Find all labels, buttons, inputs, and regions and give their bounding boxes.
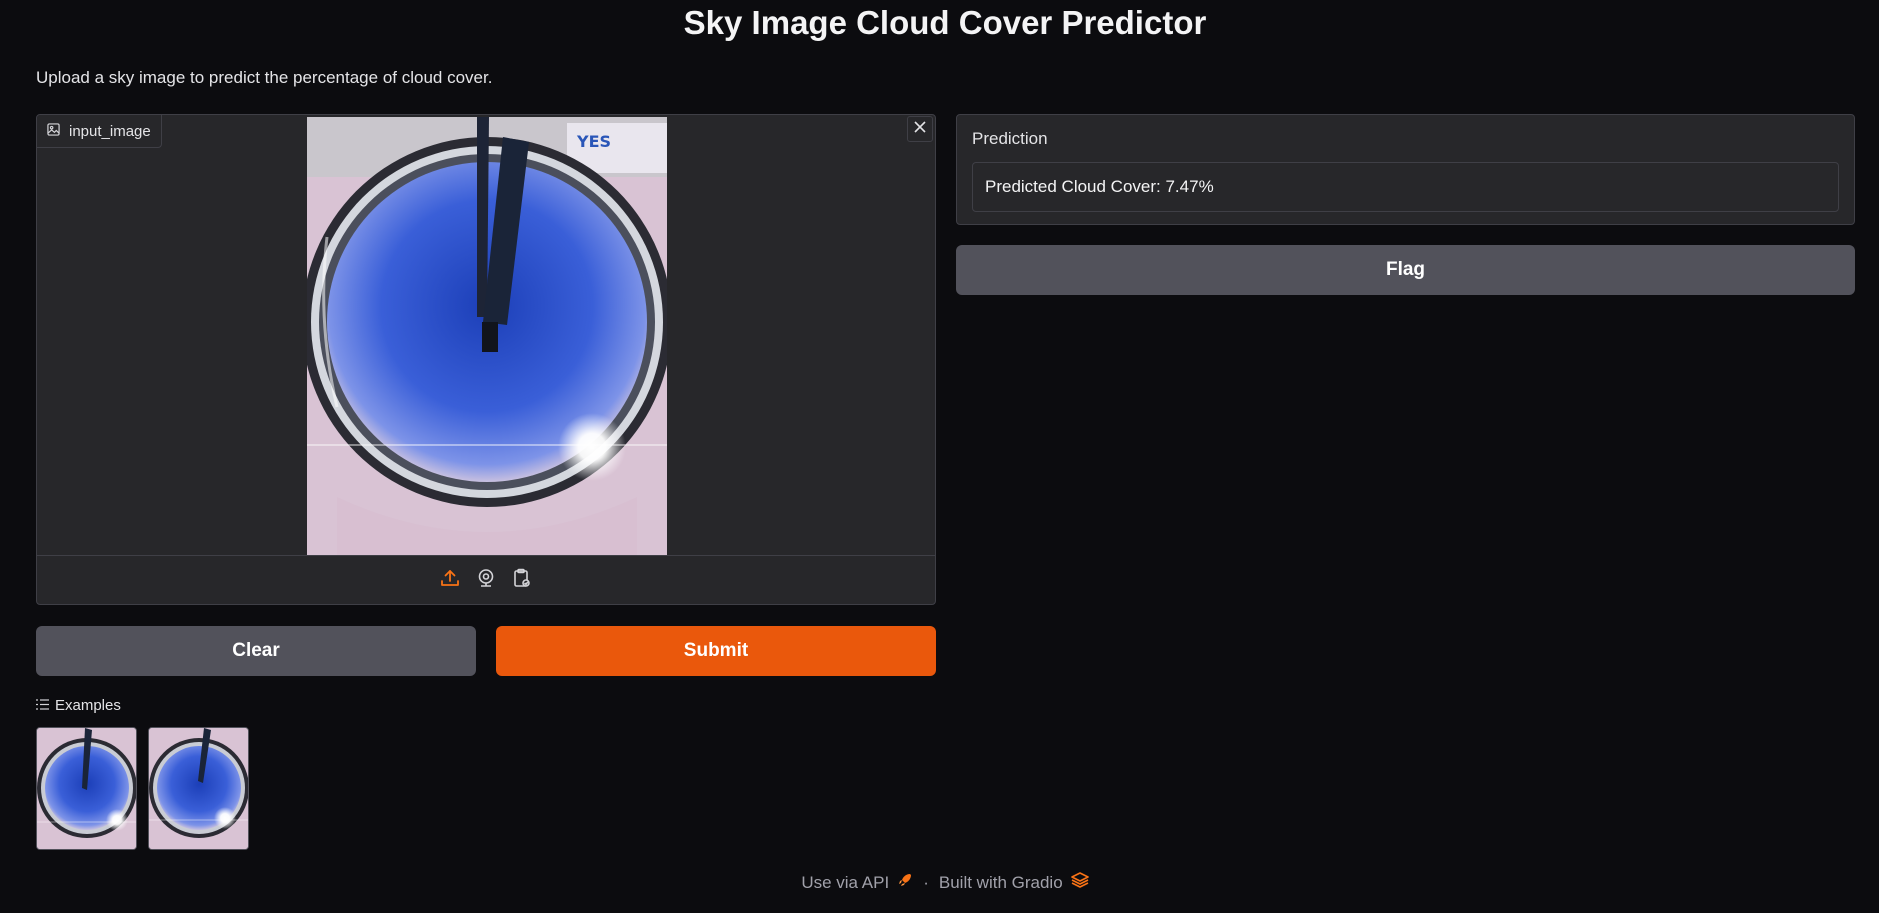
- examples-label: Examples: [55, 697, 121, 714]
- clipboard-icon: [512, 568, 532, 593]
- built-with-gradio-link[interactable]: Built with Gradio: [939, 872, 1089, 893]
- webcam-icon: [476, 568, 496, 593]
- footer: Use via API · Built with Gradio: [0, 872, 1879, 893]
- upload-source-button[interactable]: [437, 568, 463, 594]
- image-preview-area: YES: [37, 115, 935, 555]
- page-title: Sky Image Cloud Cover Predictor: [683, 4, 1207, 41]
- example-thumbnail[interactable]: [148, 727, 249, 850]
- prediction-label: Prediction: [972, 129, 1048, 148]
- built-with-gradio-text: Built with Gradio: [938, 872, 1063, 892]
- gradio-logo-icon: [1070, 872, 1089, 893]
- input-image-label-text: input_image: [69, 122, 151, 140]
- footer-separator: ·: [923, 872, 929, 892]
- flag-button[interactable]: Flag: [956, 245, 1855, 295]
- submit-button[interactable]: Submit: [496, 626, 936, 676]
- use-via-api-text: Use via API: [801, 872, 890, 892]
- list-icon: [36, 697, 49, 714]
- clear-image-button[interactable]: [907, 116, 933, 142]
- clear-button[interactable]: Clear: [36, 626, 476, 676]
- webcam-source-button[interactable]: [473, 568, 499, 594]
- uploaded-sky-image: YES: [307, 117, 667, 555]
- page-description: Upload a sky image to predict the percen…: [36, 68, 493, 87]
- svg-text:YES: YES: [576, 132, 611, 151]
- prediction-panel: Prediction Predicted Cloud Cover: 7.47%: [956, 114, 1855, 225]
- input-image-panel[interactable]: input_image YES: [36, 114, 936, 605]
- clipboard-source-button[interactable]: [509, 568, 535, 594]
- prediction-output[interactable]: Predicted Cloud Cover: 7.47%: [972, 162, 1839, 212]
- example-thumbnail[interactable]: [36, 727, 137, 850]
- rocket-icon: [897, 872, 913, 893]
- image-icon: [47, 122, 60, 140]
- examples-header: Examples: [36, 697, 121, 714]
- use-via-api-link[interactable]: Use via API: [801, 872, 913, 893]
- close-icon: [913, 120, 927, 139]
- upload-icon: [440, 568, 460, 593]
- image-source-toolbar: [37, 555, 935, 604]
- input-image-label: input_image: [37, 115, 162, 148]
